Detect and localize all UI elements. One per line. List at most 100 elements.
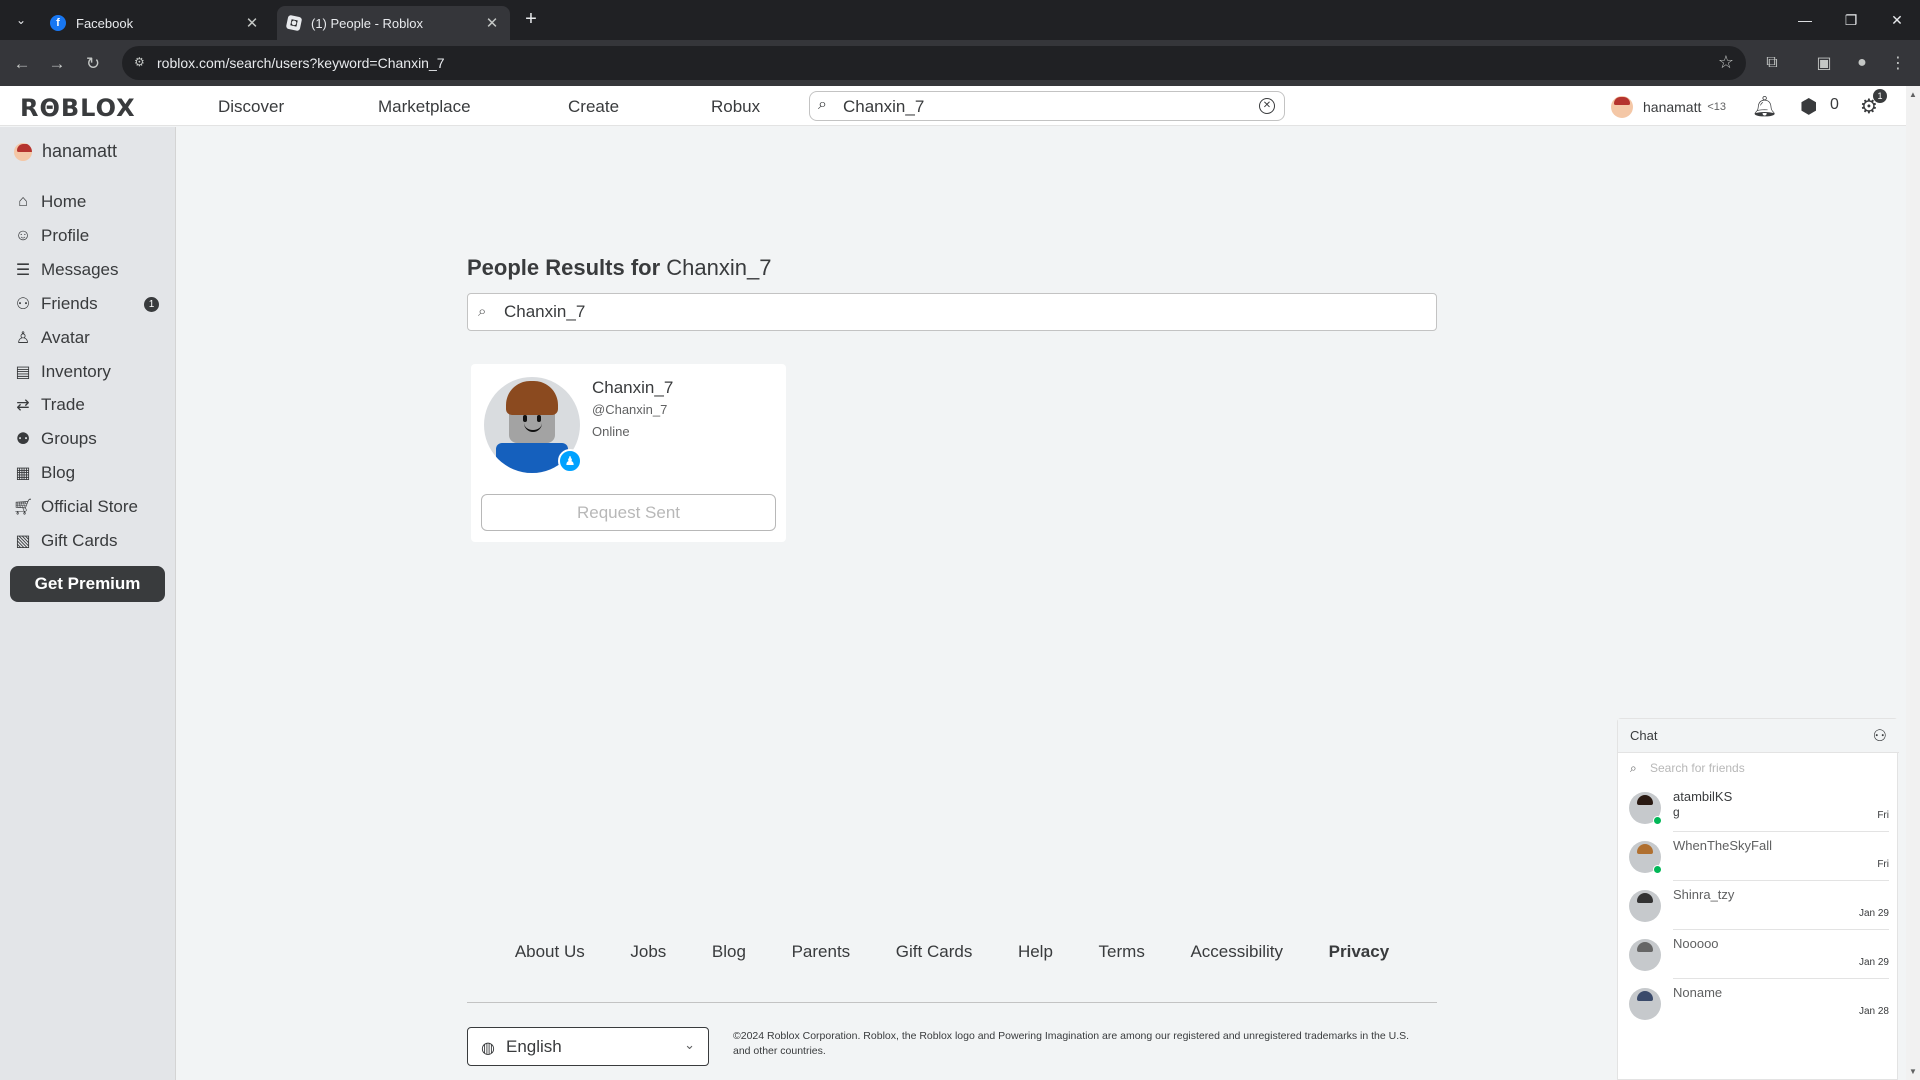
avatar <box>1629 939 1661 971</box>
browser-menu-icon[interactable]: ⋮ <box>1886 51 1910 75</box>
header-username: hanamatt <box>1643 99 1702 115</box>
tab-title: (1) People - Roblox <box>311 15 423 31</box>
nav-marketplace[interactable]: Marketplace <box>378 97 471 117</box>
sidebar-username: hanamatt <box>42 141 118 161</box>
header-user[interactable]: hanamatt <13 <box>1611 96 1726 118</box>
roblox-logo[interactable]: RΘBLOX <box>20 94 136 122</box>
user-result-card[interactable]: ♟ Chanxin_7 @Chanxin_7 Online Request Se… <box>471 364 786 542</box>
sidebar-item-groups[interactable]: ⚉ Groups <box>12 424 172 454</box>
forward-icon[interactable]: → <box>45 52 69 76</box>
chat-header[interactable]: Chat ⚇ <box>1618 719 1899 753</box>
chat-conversation[interactable]: Shinra_tzy Jan 29 <box>1618 881 1899 930</box>
clear-search-icon[interactable]: ✕ <box>1259 98 1275 114</box>
language-value: English <box>506 1037 562 1056</box>
user-display-name[interactable]: Chanxin_7 <box>592 378 673 398</box>
sidebar-item-messages[interactable]: ☰ Messages <box>12 255 172 285</box>
search-icon: ⌕ <box>478 303 487 320</box>
footer-link-accessibility[interactable]: Accessibility <box>1190 942 1283 962</box>
bookmark-star-icon[interactable]: ☆ <box>1718 52 1734 73</box>
address-bar[interactable]: ⚙ roblox.com/search/users?keyword=Chanxi… <box>122 46 1746 80</box>
new-chat-group-icon[interactable]: ⚇ <box>1873 726 1887 746</box>
sidebar-item-label: Home <box>41 192 87 211</box>
chat-friend-name: Shinra_tzy <box>1673 887 1735 902</box>
extensions-icon[interactable]: ⧉ <box>1760 51 1784 75</box>
chat-panel: Chat ⚇ ⌕ atambilKS g Fri WhenTheSkyFall … <box>1617 718 1899 1080</box>
nav-discover[interactable]: Discover <box>218 97 284 117</box>
restore-icon[interactable]: ❐ <box>1828 0 1874 40</box>
robux-icon[interactable]: ⬢ <box>1800 94 1817 119</box>
chat-conversation[interactable]: atambilKS g Fri <box>1618 783 1899 832</box>
sidebar-item-gift-cards[interactable]: ▧ Gift Cards <box>12 526 172 556</box>
chat-last-message: g <box>1673 805 1680 819</box>
footer-link-jobs[interactable]: Jobs <box>630 942 666 962</box>
browser-tabstrip: ⌄ f Facebook ✕ ◘ (1) People - Roblox ✕ +… <box>0 0 1920 40</box>
chat-conversation[interactable]: Nooooo Jan 29 <box>1618 930 1899 979</box>
sidebar-item-friends[interactable]: ⚇ Friends 1 <box>12 289 172 319</box>
footer-link-help[interactable]: Help <box>1018 942 1053 962</box>
close-window-icon[interactable]: ✕ <box>1874 0 1920 40</box>
profile-avatar-icon[interactable]: ● <box>1850 51 1874 75</box>
footer-link-parents[interactable]: Parents <box>792 942 851 962</box>
tab-search-dropdown-icon[interactable]: ⌄ <box>10 9 32 31</box>
reload-icon[interactable]: ↻ <box>81 52 105 76</box>
new-tab-icon[interactable]: + <box>520 8 542 30</box>
sidebar-item-home[interactable]: ⌂ Home <box>12 187 172 217</box>
chat-conversation[interactable]: Noname Jan 28 <box>1618 979 1899 1028</box>
search-icon: ⌕ <box>1630 761 1637 775</box>
people-search-input[interactable] <box>504 300 1404 324</box>
sidebar-item-profile[interactable]: ☺ Profile <box>12 221 172 251</box>
sidebar-item-blog[interactable]: ▦ Blog <box>12 458 172 488</box>
footer-link-about-us[interactable]: About Us <box>515 942 585 962</box>
scroll-up-icon[interactable]: ▲ <box>1909 90 1917 99</box>
browser-tab-facebook[interactable]: f Facebook ✕ <box>40 6 270 40</box>
site-info-icon[interactable]: ⚙ <box>134 55 150 71</box>
groups-icon: ⚉ <box>15 431 31 448</box>
nav-robux[interactable]: Robux <box>711 97 760 117</box>
scroll-down-icon[interactable]: ▼ <box>1909 1067 1917 1076</box>
avatar-icon: ♙ <box>15 330 31 347</box>
notifications-bell-icon[interactable]: 🔔︎ <box>1752 94 1777 119</box>
store-icon: 🛒︎ <box>12 499 34 516</box>
sidebar-user[interactable]: hanamatt <box>14 141 117 162</box>
chat-date: Fri <box>1877 810 1889 821</box>
header-search-box[interactable]: ⌕ Chanxin_7 ✕ <box>809 91 1285 121</box>
robux-count: 0 <box>1830 96 1839 113</box>
online-indicator <box>1653 865 1662 874</box>
chat-date: Jan 28 <box>1858 1006 1889 1017</box>
chat-friend-name: WhenTheSkyFall <box>1673 838 1772 853</box>
page-scrollbar[interactable]: ▲ ▼ <box>1906 86 1920 1080</box>
people-search-box[interactable]: ⌕ <box>467 293 1437 331</box>
side-panel-icon[interactable]: ▣ <box>1812 51 1836 75</box>
settings-badge: 1 <box>1873 89 1887 103</box>
sidebar-item-label: Friends <box>41 294 98 313</box>
sidebar-item-official-store[interactable]: 🛒︎ Official Store <box>12 492 172 522</box>
copyright-text: ©2024 Roblox Corporation. Roblox, the Ro… <box>733 1030 1410 1057</box>
footer-link-privacy[interactable]: Privacy <box>1329 942 1390 962</box>
close-tab-icon[interactable]: ✕ <box>244 14 260 32</box>
sidebar-item-inventory[interactable]: ▤ Inventory <box>12 357 172 387</box>
chat-friend-name: atambilKS <box>1673 789 1733 804</box>
footer-link-blog[interactable]: Blog <box>712 942 746 962</box>
friends-badge: 1 <box>144 297 159 312</box>
sidebar-item-trade[interactable]: ⇄ Trade <box>12 390 172 420</box>
request-sent-button[interactable]: Request Sent <box>481 494 776 531</box>
roblox-icon: ◘ <box>285 14 303 32</box>
sidebar-item-label: Avatar <box>41 328 90 347</box>
minimize-icon[interactable]: — <box>1782 0 1828 40</box>
browser-tab-roblox[interactable]: ◘ (1) People - Roblox ✕ <box>277 6 510 40</box>
chat-date: Jan 29 <box>1858 957 1889 968</box>
close-tab-icon[interactable]: ✕ <box>484 14 500 32</box>
sidebar-item-label: Messages <box>41 260 119 279</box>
nav-create[interactable]: Create <box>568 97 619 117</box>
chat-conversation[interactable]: WhenTheSkyFall Fri <box>1618 832 1899 881</box>
footer-link-terms[interactable]: Terms <box>1099 942 1145 962</box>
sidebar-item-avatar[interactable]: ♙ Avatar <box>12 323 172 353</box>
footer-link-gift-cards[interactable]: Gift Cards <box>896 942 973 962</box>
chevron-down-icon: ⌄ <box>684 1037 695 1052</box>
language-selector[interactable]: ◍ English ⌄ <box>467 1027 709 1066</box>
sidebar-item-label: Profile <box>41 226 90 245</box>
footer-divider <box>467 1002 1437 1003</box>
chat-search-input[interactable] <box>1650 759 1870 777</box>
back-icon[interactable]: ← <box>10 52 34 76</box>
get-premium-button[interactable]: Get Premium <box>10 566 165 602</box>
